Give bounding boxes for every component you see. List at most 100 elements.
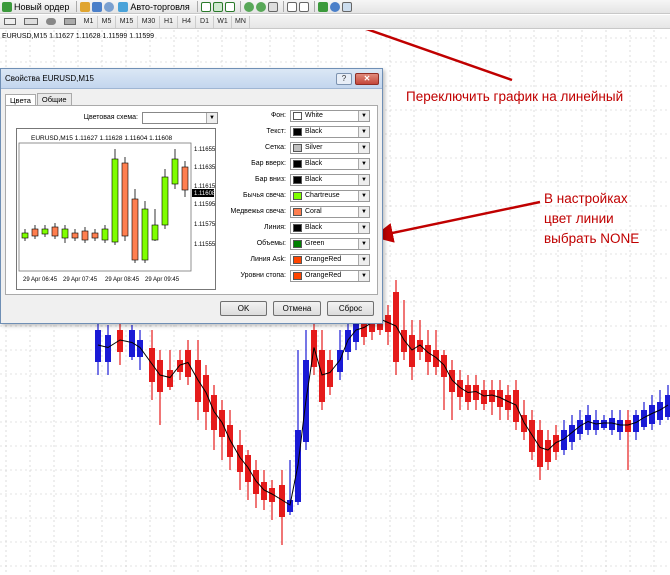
chart-shift-icon[interactable] — [286, 1, 297, 12]
property-color-select[interactable]: Black ▼ — [290, 158, 370, 170]
property-color-select[interactable]: Chartreuse ▼ — [290, 190, 370, 202]
color-swatch — [293, 112, 302, 120]
properties-dialog: Свойства EURUSD,M15 ? ✕ Цвета Общие Цвет… — [0, 68, 383, 324]
preview-candle — [31, 225, 39, 239]
timeframe-m30[interactable]: M30 — [138, 15, 160, 28]
property-value: Coral — [305, 208, 322, 215]
candle — [219, 400, 225, 460]
candle — [585, 405, 591, 435]
property-color-select[interactable]: OrangeRed ▼ — [290, 254, 370, 266]
color-swatch — [293, 192, 302, 200]
toolbar-separator — [239, 1, 241, 12]
templates-icon[interactable] — [341, 1, 352, 12]
color-swatch — [293, 224, 302, 232]
property-color-select[interactable]: Green ▼ — [290, 238, 370, 250]
candle — [393, 280, 399, 375]
zoom-out-icon[interactable] — [255, 1, 266, 12]
dialog-title: Свойства EURUSD,M15 — [5, 74, 94, 83]
toolbar-separator — [282, 1, 284, 12]
plus-icon — [2, 1, 12, 12]
color-swatch — [293, 160, 302, 168]
property-color-select[interactable]: Black ▼ — [290, 174, 370, 186]
property-label: Линия Ask: — [250, 256, 286, 263]
preview-candle — [181, 161, 189, 197]
timeframe-m15[interactable]: M15 — [116, 15, 138, 28]
preview-candle — [41, 225, 49, 237]
color-swatch — [293, 256, 302, 264]
candle — [537, 420, 543, 480]
property-label: Линия: — [263, 224, 286, 231]
indicators-icon[interactable] — [317, 1, 328, 12]
preview-candles — [21, 149, 189, 263]
market-icon[interactable] — [80, 1, 91, 12]
annotation-settings-3: выбрать NONE — [544, 231, 640, 246]
globe-icon[interactable] — [104, 1, 115, 12]
property-color-select[interactable]: White ▼ — [290, 110, 370, 122]
help-button[interactable]: ? — [336, 72, 352, 85]
color-scheme-label: Цветовая схема: — [83, 114, 138, 121]
tile-windows-icon[interactable] — [267, 1, 278, 12]
bar-chart-icon[interactable] — [200, 1, 211, 12]
timeframe-m1[interactable]: M1 — [80, 15, 98, 28]
toolbar-separator — [313, 1, 315, 12]
history-icon[interactable] — [92, 1, 103, 12]
property-color-select[interactable]: Silver ▼ — [290, 142, 370, 154]
timeframe-h1[interactable]: H1 — [160, 15, 178, 28]
preview-candle — [91, 229, 99, 241]
ellipse-shape-icon[interactable] — [46, 18, 56, 25]
line-chart-icon[interactable] — [224, 1, 235, 12]
property-label: Фон: — [270, 112, 286, 119]
property-color-select[interactable]: Black ▼ — [290, 126, 370, 138]
color-swatch — [293, 208, 302, 216]
timeframe-m5[interactable]: M5 — [98, 15, 116, 28]
candle — [117, 320, 123, 365]
property-value: Chartreuse — [305, 192, 340, 199]
candlestick-chart-icon[interactable] — [212, 1, 223, 12]
property-color-select[interactable]: OrangeRed ▼ — [290, 270, 370, 282]
bar-shape-icon[interactable] — [24, 18, 38, 25]
zoom-in-icon[interactable] — [243, 1, 254, 12]
periods-icon[interactable] — [329, 1, 340, 12]
new-order-button[interactable]: Новый ордер — [0, 1, 71, 13]
color-swatch — [293, 240, 302, 248]
cancel-button[interactable]: Отмена — [273, 301, 321, 316]
property-value: White — [305, 112, 323, 119]
dialog-title-bar[interactable]: Свойства EURUSD,M15 ? ✕ — [1, 69, 382, 89]
label-shape-icon[interactable] — [64, 18, 76, 25]
annotation-settings-2: цвет линии — [544, 211, 614, 226]
preview-candle — [151, 209, 159, 241]
candle — [521, 400, 527, 440]
autoscroll-icon[interactable] — [298, 1, 309, 12]
candle — [303, 330, 309, 450]
preview-candle — [101, 225, 109, 243]
tab-general[interactable]: Общие — [36, 93, 72, 105]
preview-time-label: 29 Apr 09:45 — [145, 277, 180, 283]
timeframe-h4[interactable]: H4 — [178, 15, 196, 28]
preview-candle — [71, 229, 79, 241]
candle — [167, 350, 173, 390]
color-scheme-select[interactable]: ▼ — [142, 112, 218, 124]
property-value: Black — [305, 160, 323, 167]
close-button[interactable]: ✕ — [355, 72, 379, 85]
reset-button[interactable]: Сброс — [327, 301, 374, 316]
chevron-down-icon: ▼ — [358, 191, 369, 201]
chevron-down-icon: ▼ — [358, 175, 369, 185]
autotrading-button[interactable]: Авто-торговля — [116, 1, 191, 13]
candle — [657, 390, 663, 425]
candle — [441, 350, 447, 410]
timeframe-d1[interactable]: D1 — [196, 15, 214, 28]
candle — [497, 380, 503, 420]
ok-button[interactable]: OK — [220, 301, 267, 316]
color-swatch — [293, 144, 302, 152]
rectangle-shape-icon[interactable] — [4, 18, 16, 25]
property-color-select[interactable]: Black ▼ — [290, 222, 370, 234]
candle — [633, 410, 639, 440]
property-color-select[interactable]: Coral ▼ — [290, 206, 370, 218]
annotation-settings-1: В настройках — [544, 191, 628, 206]
candle — [449, 360, 455, 420]
timeframe-w1[interactable]: W1 — [214, 15, 232, 28]
chevron-down-icon: ▼ — [358, 239, 369, 249]
timeframe-mn[interactable]: MN — [232, 15, 250, 28]
candle — [287, 460, 293, 515]
dialog-tabs: Цвета Общие — [5, 93, 73, 106]
